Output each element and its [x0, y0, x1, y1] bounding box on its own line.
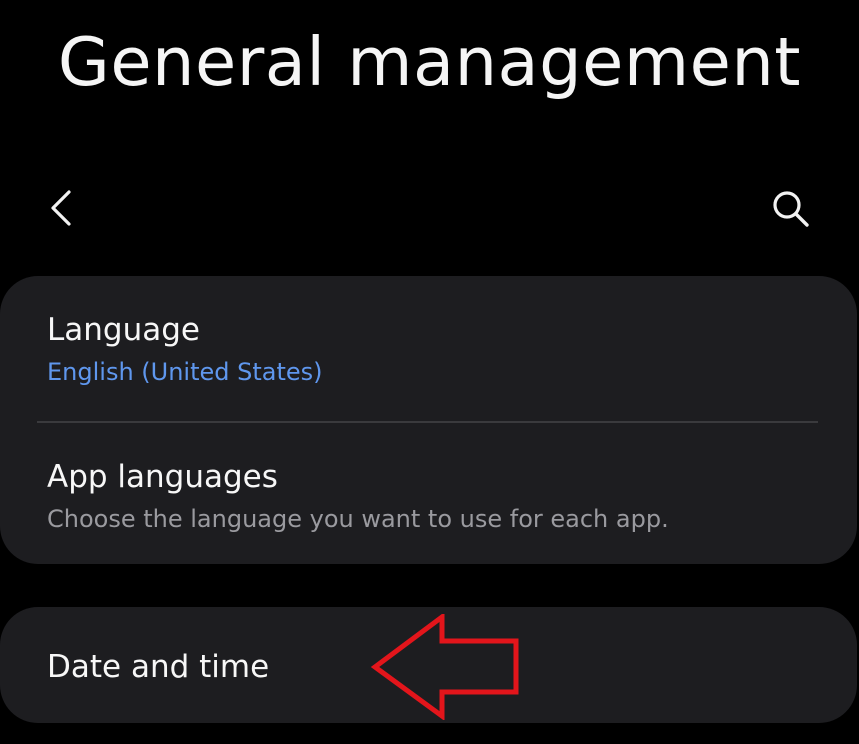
page-title: General management [57, 23, 802, 101]
back-button[interactable] [40, 186, 84, 230]
app-languages-description: Choose the language you want to use for … [47, 505, 669, 533]
left-arrow-annotation [370, 614, 522, 720]
language-value: English (United States) [47, 358, 323, 386]
language-settings-card: Language English (United States) App lan… [0, 276, 857, 564]
search-button[interactable] [768, 186, 812, 230]
language-label: Language [47, 312, 200, 348]
language-setting[interactable]: Language English (United States) [0, 276, 857, 422]
date-and-time-label: Date and time [47, 649, 270, 685]
app-languages-label: App languages [47, 459, 278, 495]
search-icon [773, 191, 809, 227]
app-languages-setting[interactable]: App languages Choose the language you wa… [0, 422, 857, 564]
chevron-left-icon [51, 190, 71, 226]
